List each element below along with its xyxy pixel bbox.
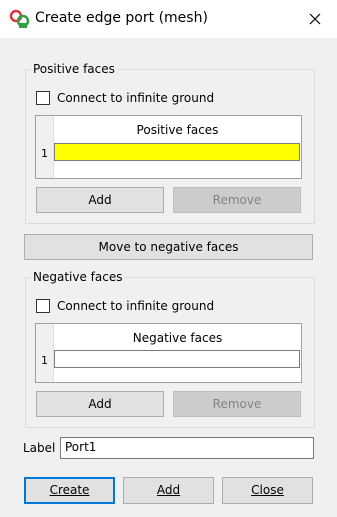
row-number: 1 (41, 147, 48, 160)
close-button[interactable]: Close (222, 477, 313, 504)
create-button-label: Create (49, 483, 90, 497)
close-window-button[interactable] (303, 7, 327, 31)
positive-faces-group-label: Positive faces (31, 62, 117, 76)
negative-remove-button[interactable]: Remove (173, 391, 301, 417)
negative-add-button[interactable]: Add (36, 391, 164, 417)
positive-faces-table: Positive faces 1 (35, 115, 302, 179)
positive-add-button[interactable]: Add (36, 187, 164, 213)
row-number: 1 (41, 354, 48, 367)
negative-connect-ground-checkbox[interactable] (36, 299, 50, 313)
title-bar: Create edge port (mesh) (0, 0, 337, 38)
close-button-label: Close (251, 483, 284, 497)
negative-face-cell[interactable] (54, 350, 300, 368)
move-to-negative-button[interactable]: Move to negative faces (24, 234, 313, 260)
negative-connect-ground-label: Connect to infinite ground (57, 299, 215, 313)
add-button-label: Add (156, 483, 181, 497)
add-button[interactable]: Add (123, 477, 214, 504)
negative-faces-group-label: Negative faces (31, 270, 125, 284)
negative-faces-column-header: Negative faces (132, 331, 223, 345)
label-input[interactable]: Port1 (60, 437, 314, 459)
positive-remove-button[interactable]: Remove (173, 187, 301, 213)
positive-connect-ground-checkbox[interactable] (36, 91, 50, 105)
positive-face-cell[interactable] (54, 143, 300, 161)
negative-faces-table: Negative faces 1 (35, 323, 302, 383)
window-title: Create edge port (mesh) (35, 10, 208, 26)
app-logo-icon (9, 9, 30, 28)
positive-faces-column-header: Positive faces (136, 123, 219, 137)
row-header-column (36, 324, 54, 382)
close-icon (309, 13, 321, 25)
create-button[interactable]: Create (24, 477, 115, 504)
label-field-label: Label (23, 441, 56, 455)
positive-connect-ground-label: Connect to infinite ground (57, 91, 215, 105)
